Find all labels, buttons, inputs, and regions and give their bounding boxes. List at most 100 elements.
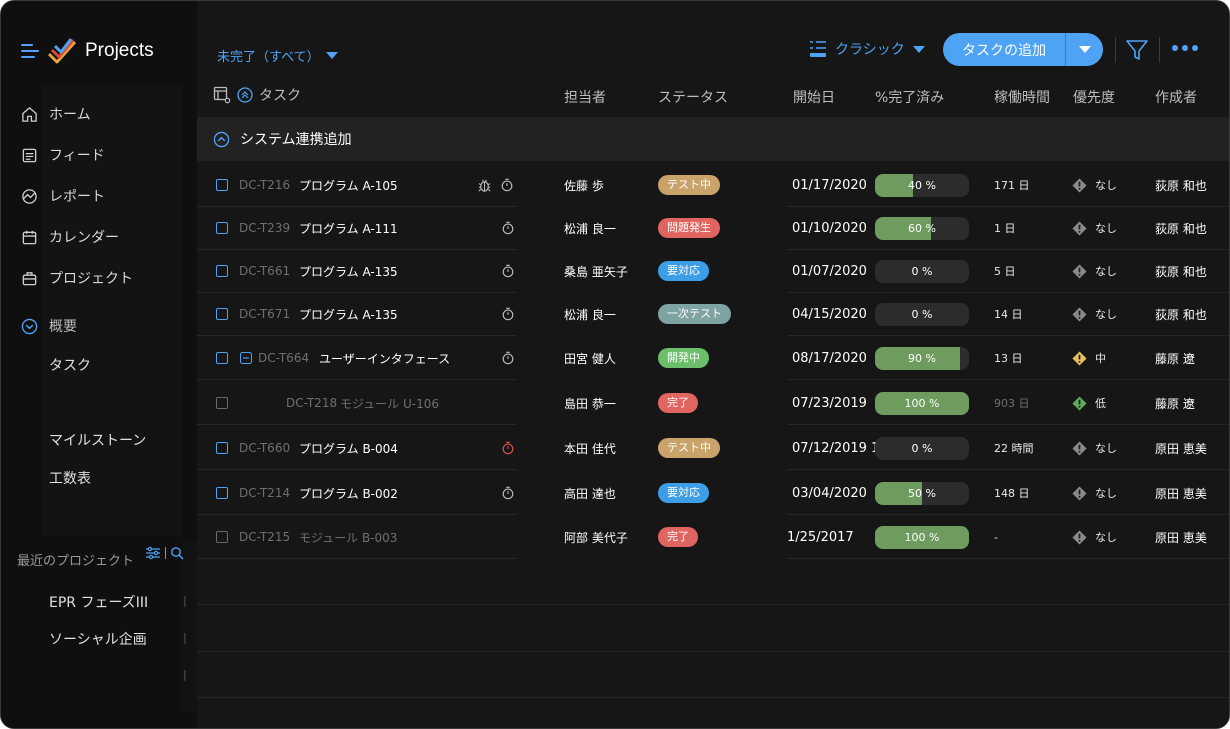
task-name[interactable]: プログラム A-105	[299, 177, 398, 194]
priority-label[interactable]: 低	[1095, 395, 1106, 411]
status-badge[interactable]: 要対応	[658, 261, 709, 281]
assignee-name[interactable]: 高田 達也	[564, 485, 616, 502]
priority-label[interactable]: なし	[1095, 220, 1117, 236]
timer-icon[interactable]	[501, 486, 515, 500]
task-checkbox[interactable]	[216, 265, 228, 277]
recent-project-item[interactable]: EPR フェーズIII	[49, 592, 148, 612]
timer-icon[interactable]	[501, 351, 515, 365]
task-name[interactable]: ユーザーインタフェース	[319, 350, 450, 367]
search-icon[interactable]	[170, 546, 184, 560]
task-name[interactable]: モジュール U-106	[340, 395, 439, 412]
priority-label[interactable]: なし	[1095, 529, 1117, 545]
nav-item-feed[interactable]: フィード	[21, 143, 105, 167]
status-badge[interactable]: 完了	[658, 527, 698, 547]
nav-item-calendar[interactable]: カレンダー	[21, 225, 119, 249]
assignee-name[interactable]: 島田 恭一	[564, 395, 616, 412]
status-badge[interactable]: 完了	[658, 393, 698, 413]
app-logo[interactable]: Projects	[21, 35, 154, 67]
priority-label[interactable]: なし	[1095, 440, 1117, 456]
sidebar-sub-timesheets[interactable]: 工数表	[49, 468, 91, 488]
column-settings-icon[interactable]	[213, 86, 231, 104]
start-date[interactable]: 01/17/2020	[792, 178, 867, 193]
assignee-name[interactable]: 佐藤 歩	[564, 177, 604, 194]
start-date[interactable]: 03/04/2020	[792, 486, 867, 501]
assignee-name[interactable]: 本田 佳代	[564, 440, 616, 457]
more-options-icon[interactable]	[1172, 45, 1198, 51]
table-row[interactable]: DC-T660 プログラム B-004 本田 佳代 テスト中 07/12/2019 1.…	[197, 426, 1229, 470]
sidebar-sub-tasks[interactable]: タスク	[49, 355, 91, 375]
status-badge[interactable]: 要対応	[658, 483, 709, 503]
nav-item-home[interactable]: ホーム	[21, 102, 91, 126]
progress-bar[interactable]: 0 %	[875, 436, 969, 460]
filter-settings-icon[interactable]	[145, 546, 161, 560]
task-checkbox[interactable]	[216, 179, 228, 191]
task-name[interactable]: モジュール B-003	[299, 529, 397, 546]
task-checkbox[interactable]	[216, 531, 228, 543]
hamburger-menu-icon[interactable]	[21, 44, 39, 58]
progress-bar[interactable]: 0 %	[875, 259, 969, 283]
timer-icon[interactable]	[500, 178, 514, 192]
table-row[interactable]: DC-T671 プログラム A-135 松浦 良一 一次テスト 04/15/2020 0 …	[197, 292, 1229, 336]
table-row[interactable]: DC-T214 プログラム B-002 高田 達也 要対応 03/04/2020 50 %…	[197, 471, 1229, 515]
task-checkbox[interactable]	[216, 222, 228, 234]
progress-bar[interactable]: 100 %	[875, 525, 969, 549]
column-header-percent[interactable]: %完了済み	[875, 87, 944, 107]
task-group-header[interactable]: システム連携追加	[197, 117, 1229, 161]
column-header-hours[interactable]: 稼働時間	[994, 87, 1050, 107]
status-badge[interactable]: テスト中	[658, 175, 720, 195]
add-task-button[interactable]: タスクの追加	[943, 33, 1103, 66]
task-name[interactable]: プログラム A-135	[299, 263, 398, 280]
nav-item-reports[interactable]: レポート	[21, 184, 105, 208]
collapse-all-icon[interactable]	[237, 87, 253, 103]
task-name[interactable]: プログラム B-004	[299, 440, 398, 457]
table-row[interactable]: DC-T216 プログラム A-105 佐藤 歩 テスト中 01/17/2020 40 %…	[197, 163, 1229, 207]
layout-view-dropdown[interactable]: クラシック	[809, 38, 925, 60]
start-date[interactable]: 04/15/2020	[792, 307, 867, 322]
task-checkbox[interactable]	[216, 397, 228, 409]
filter-icon[interactable]	[1125, 38, 1149, 62]
priority-label[interactable]: なし	[1095, 177, 1117, 193]
task-name[interactable]: プログラム A-135	[299, 306, 398, 323]
assignee-name[interactable]: 阿部 美代子	[564, 529, 628, 546]
assignee-name[interactable]: 田宮 健人	[564, 350, 616, 367]
task-checkbox[interactable]	[216, 352, 228, 364]
column-header-creator[interactable]: 作成者	[1155, 87, 1197, 107]
table-row[interactable]: DC-T215 モジュール B-003 阿部 美代子 完了 1/25/2017 100 %…	[197, 515, 1229, 559]
start-date[interactable]: 07/23/2019	[792, 396, 867, 411]
table-row[interactable]: DC-T218 モジュール U-106 島田 恭一 完了 07/23/2019 100 %…	[197, 381, 1229, 425]
start-date[interactable]: 01/10/2020	[792, 221, 867, 236]
progress-bar[interactable]: 50 %	[875, 481, 969, 505]
subtask-toggle-icon[interactable]	[240, 352, 252, 364]
status-badge[interactable]: テスト中	[658, 438, 720, 458]
timer-icon[interactable]	[501, 264, 515, 278]
task-name[interactable]: プログラム B-002	[299, 485, 398, 502]
task-checkbox[interactable]	[216, 487, 228, 499]
column-header-status[interactable]: ステータス	[658, 87, 728, 107]
status-badge[interactable]: 一次テスト	[658, 304, 731, 324]
timer-icon[interactable]	[501, 307, 515, 321]
chevron-up-circle-icon[interactable]	[213, 131, 230, 148]
priority-label[interactable]: なし	[1095, 263, 1117, 279]
progress-bar[interactable]: 100 %	[875, 391, 969, 415]
table-row[interactable]: DC-T664 ユーザーインタフェース 田宮 健人 開発中 08/17/2020 90 %…	[197, 336, 1229, 380]
task-checkbox[interactable]	[216, 308, 228, 320]
sidebar-sub-milestones[interactable]: マイルストーン	[49, 430, 146, 450]
progress-bar[interactable]: 90 %	[875, 346, 969, 370]
progress-bar[interactable]: 60 %	[875, 216, 969, 240]
status-badge[interactable]: 開発中	[658, 348, 709, 368]
assignee-name[interactable]: 桑島 亜矢子	[564, 263, 628, 280]
timer-icon[interactable]	[501, 441, 515, 455]
priority-label[interactable]: なし	[1095, 306, 1117, 322]
status-badge[interactable]: 問題発生	[658, 218, 720, 238]
start-date[interactable]: 01/07/2020	[792, 264, 867, 279]
column-header-task[interactable]: タスク	[259, 85, 301, 105]
priority-label[interactable]: 中	[1095, 350, 1106, 366]
assignee-name[interactable]: 松浦 良一	[564, 306, 616, 323]
nav-item-overview[interactable]: 概要	[21, 314, 77, 338]
column-header-start-date[interactable]: 開始日	[793, 87, 835, 107]
task-name[interactable]: プログラム A-111	[299, 220, 398, 237]
bug-icon[interactable]	[477, 178, 492, 193]
add-task-dropdown[interactable]	[1066, 46, 1103, 53]
nav-item-projects[interactable]: プロジェクト	[21, 266, 133, 290]
progress-bar[interactable]: 40 %	[875, 173, 969, 197]
